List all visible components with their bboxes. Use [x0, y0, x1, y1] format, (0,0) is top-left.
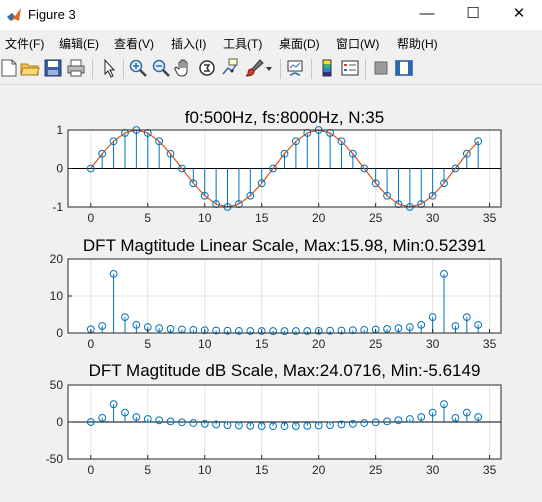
- x-tick-label: 0: [87, 337, 94, 351]
- subplot-title: DFT Magtitude Linear Scale, Max:15.98, M…: [83, 236, 486, 255]
- y-tick-label: 1: [56, 123, 63, 137]
- x-tick-label: 10: [198, 211, 212, 225]
- menu-view[interactable]: 查看(V): [114, 35, 154, 52]
- y-tick-label: 0: [56, 326, 63, 340]
- x-tick-label: 35: [483, 211, 497, 225]
- toolbar-separator: [311, 59, 312, 79]
- x-tick-label: 5: [144, 463, 151, 477]
- open-file-icon[interactable]: [20, 58, 40, 78]
- hide-plot-tools-icon[interactable]: [371, 58, 391, 78]
- minimize-icon: —: [419, 5, 435, 22]
- subplot-3: 0 5 10 15 20 25 30 35 -50 0 50 DFT Magtitude dB Sca…: [46, 361, 502, 477]
- x-tick-label: 35: [483, 463, 497, 477]
- x-tick-label: 25: [369, 211, 383, 225]
- y-tick-label: 0: [56, 415, 63, 429]
- x-tick-label: 30: [426, 211, 440, 225]
- y-tick-label: -1: [52, 200, 63, 214]
- y-tick-label: -50: [46, 452, 64, 466]
- menu-bar: 文件(F) 编辑(E) 查看(V) 插入(I) 工具(T) 桌面(D) 窗口(W…: [0, 30, 542, 54]
- y-tick-label: 0: [56, 162, 63, 176]
- menu-help[interactable]: 帮助(H): [397, 35, 438, 52]
- x-tick-label: 15: [255, 337, 269, 351]
- x-tick-label: 30: [426, 463, 440, 477]
- x-tick-label: 30: [426, 337, 440, 351]
- x-tick-label: 15: [255, 211, 269, 225]
- x-tick-label: 20: [312, 211, 326, 225]
- y-tick-label: 20: [50, 252, 64, 266]
- close-icon: ✕: [512, 5, 526, 22]
- new-figure-icon[interactable]: [0, 58, 20, 78]
- print-icon[interactable]: [66, 58, 86, 78]
- legend-icon[interactable]: [340, 58, 360, 78]
- x-tick-label: 20: [312, 463, 326, 477]
- link-plot-icon[interactable]: [286, 58, 306, 78]
- y-tick-label: 10: [50, 289, 64, 303]
- x-tick-label: 35: [483, 337, 497, 351]
- figure-axes-svg[interactable]: 0 5 10 15 20 25 30 35 -1 0 1 f0:500Hz, fs:8000Hz, N…: [0, 85, 542, 497]
- x-tick-label: 5: [144, 337, 151, 351]
- menu-file[interactable]: 文件(F): [5, 35, 44, 52]
- minimize-button[interactable]: —: [404, 0, 450, 30]
- toolbar-separator: [280, 59, 281, 79]
- window-titlebar: Figure 3 — ☐ ✕: [0, 0, 542, 30]
- toolbar-separator: [123, 59, 124, 79]
- subplot-1: 0 5 10 15 20 25 30 35 -1 0 1 f0:500Hz, fs:8000Hz, N…: [52, 108, 502, 225]
- subplot-title: DFT Magtitude dB Scale, Max:24.0716, Min…: [89, 361, 481, 380]
- subplot-title: f0:500Hz, fs:8000Hz, N:35: [185, 108, 384, 127]
- menu-edit[interactable]: 编辑(E): [59, 35, 99, 52]
- show-plot-tools-icon[interactable]: [394, 58, 414, 78]
- menu-insert[interactable]: 插入(I): [171, 35, 206, 52]
- x-tick-label: 10: [198, 337, 212, 351]
- maximize-button[interactable]: ☐: [450, 0, 496, 30]
- x-tick-label: 25: [369, 337, 383, 351]
- colorbar-icon[interactable]: [317, 58, 337, 78]
- pan-hand-icon[interactable]: [174, 58, 194, 78]
- x-tick-label: 10: [198, 463, 212, 477]
- x-tick-label: 0: [87, 211, 94, 225]
- toolbar-separator: [92, 59, 93, 79]
- figure-canvas: 0 5 10 15 20 25 30 35 -1 0 1 f0:500Hz, fs:8000Hz, N…: [0, 85, 542, 497]
- x-tick-label: 0: [87, 463, 94, 477]
- zoom-in-icon[interactable]: [128, 58, 148, 78]
- figure-toolbar: [0, 54, 542, 85]
- window-title: Figure 3: [28, 7, 76, 22]
- subplot-2: 0 5 10 15 20 25 30 35 0 10 20 DFT Magtitude Linear …: [50, 236, 502, 351]
- brush-dropdown-icon[interactable]: [264, 58, 274, 78]
- menu-window[interactable]: 窗口(W): [336, 35, 379, 52]
- zoom-out-icon[interactable]: [151, 58, 171, 78]
- x-tick-label: 5: [144, 211, 151, 225]
- maximize-icon: ☐: [466, 5, 480, 22]
- x-tick-label: 20: [312, 337, 326, 351]
- matlab-logo-icon: [7, 8, 21, 21]
- x-tick-label: 25: [369, 463, 383, 477]
- toolbar-separator: [365, 59, 366, 79]
- brush-icon[interactable]: [244, 58, 264, 78]
- y-tick-label: 50: [50, 378, 64, 392]
- rotate-3d-icon[interactable]: [197, 58, 217, 78]
- select-arrow-icon[interactable]: [99, 58, 119, 78]
- menu-desktop[interactable]: 桌面(D): [279, 35, 320, 52]
- menu-tools[interactable]: 工具(T): [223, 35, 262, 52]
- save-icon[interactable]: [43, 58, 63, 78]
- x-tick-label: 15: [255, 463, 269, 477]
- close-button[interactable]: ✕: [496, 0, 542, 30]
- data-cursor-icon[interactable]: [220, 58, 240, 78]
